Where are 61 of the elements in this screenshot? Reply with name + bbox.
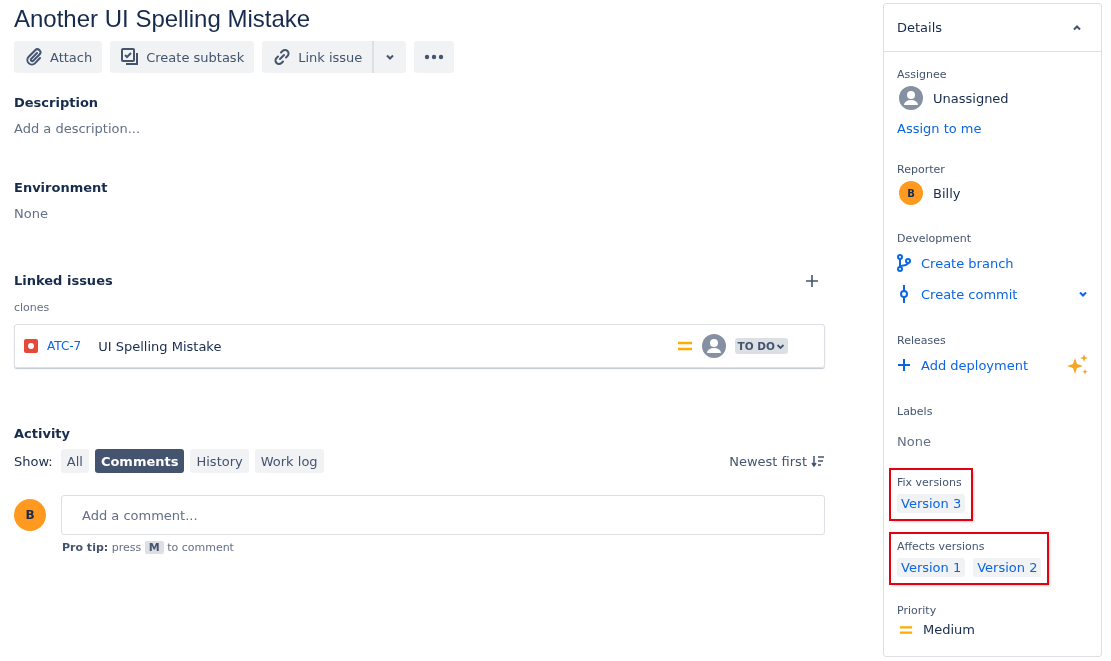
filter-tab[interactable]: History bbox=[190, 449, 249, 473]
assignee-value: Unassigned bbox=[933, 90, 1009, 106]
bug-icon bbox=[24, 339, 38, 353]
version-tag[interactable]: Version 1 bbox=[897, 558, 966, 577]
development-link[interactable]: Create branch bbox=[921, 255, 1014, 271]
branch-icon bbox=[897, 254, 911, 272]
sort-button[interactable]: Newest first bbox=[729, 453, 825, 469]
filter-tab[interactable]: Work log bbox=[254, 449, 324, 473]
user-avatar: B bbox=[14, 499, 46, 531]
field-label: Affects versions bbox=[897, 540, 986, 553]
version-tag[interactable]: Version 3 bbox=[897, 494, 966, 513]
field-label: Labels bbox=[897, 405, 934, 418]
sort-icon bbox=[811, 455, 825, 467]
attach-button[interactable]: Attach bbox=[14, 41, 103, 73]
field-label: Priority bbox=[897, 604, 938, 617]
issue-title: Another UI Spelling Mistake bbox=[14, 5, 312, 33]
comment-field[interactable]: Add a comment... bbox=[61, 495, 825, 535]
description-field[interactable]: Add a description... bbox=[14, 121, 825, 136]
paperclip-icon bbox=[24, 47, 44, 67]
link-icon bbox=[272, 47, 293, 67]
reporter-value: Billy bbox=[933, 185, 961, 201]
labels-value: None bbox=[897, 434, 932, 449]
commit-icon bbox=[897, 285, 911, 303]
more-button[interactable] bbox=[414, 41, 455, 73]
priority-medium-icon bbox=[899, 623, 913, 636]
pro-tip-text: Pro tip: press M to comment bbox=[62, 541, 235, 554]
more-icon bbox=[424, 54, 445, 60]
filter-tab[interactable]: Comments bbox=[94, 449, 185, 473]
assign-to-me-link[interactable]: Assign to me bbox=[897, 121, 1089, 136]
field-label: Assignee bbox=[897, 68, 948, 81]
issue-summary: UI Spelling Mistake bbox=[98, 338, 222, 354]
user-avatar: B bbox=[899, 181, 923, 205]
filter-tab[interactable]: All bbox=[60, 449, 89, 473]
section-heading: Activity bbox=[14, 426, 72, 441]
plus-icon bbox=[897, 358, 911, 372]
issue-key-link[interactable]: ATC-7 bbox=[47, 339, 82, 353]
section-heading: Description bbox=[14, 95, 100, 110]
linked-issue-card[interactable]: ATC-7 UI Spelling Mistake TO DO bbox=[14, 324, 825, 368]
sparkle-icon bbox=[1067, 354, 1089, 376]
version-tag[interactable]: Version 2 bbox=[973, 558, 1042, 577]
avatar-icon bbox=[899, 86, 923, 110]
show-label: Show: bbox=[14, 453, 53, 469]
status-button[interactable]: TO DO bbox=[734, 338, 788, 354]
field-label: Fix versions bbox=[897, 476, 963, 489]
details-title: Details bbox=[897, 20, 943, 35]
subtask-icon bbox=[120, 47, 141, 67]
avatar-icon bbox=[701, 334, 726, 358]
section-heading: Environment bbox=[14, 180, 109, 195]
field-label: Development bbox=[897, 232, 973, 245]
section-heading: Linked issues bbox=[14, 273, 113, 288]
field-label: Reporter bbox=[897, 163, 946, 176]
field-label: Releases bbox=[897, 334, 947, 347]
create-subtask-button[interactable]: Create subtask bbox=[110, 41, 255, 73]
add-icon[interactable] bbox=[805, 273, 819, 288]
priority-medium-icon bbox=[676, 340, 693, 352]
add-deployment-link[interactable]: Add deployment bbox=[921, 357, 1029, 373]
link-issue-button[interactable]: Link issue bbox=[262, 41, 375, 73]
priority-value: Medium bbox=[923, 622, 975, 637]
relation-label: clones bbox=[14, 301, 51, 314]
development-link[interactable]: Create commit bbox=[921, 286, 1018, 302]
environment-value: None bbox=[14, 206, 49, 221]
